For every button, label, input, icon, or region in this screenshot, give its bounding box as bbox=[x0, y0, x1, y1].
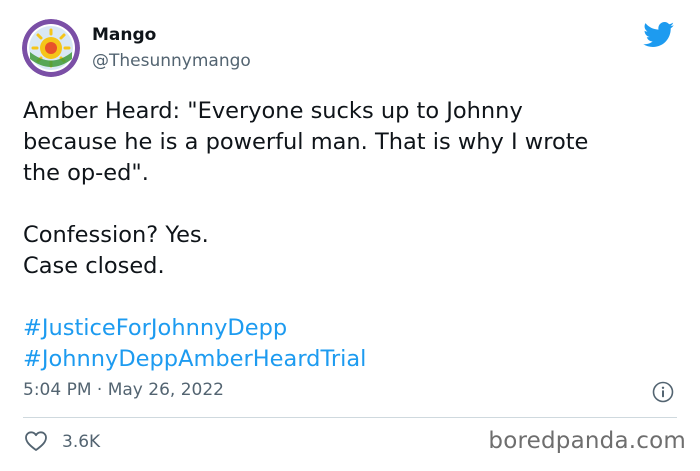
hashtag-link[interactable]: #JohnnyDeppAmberHeardTrial bbox=[23, 344, 683, 375]
tweet-line: because he is a powerful man. That is wh… bbox=[23, 129, 589, 155]
hashtag-link[interactable]: #JusticeForJohnnyDepp bbox=[23, 313, 683, 344]
tweet-card: Mango @Thesunnymango Amber Heard: "Every… bbox=[0, 0, 700, 471]
tweet-line: Case closed. bbox=[23, 253, 165, 279]
like-count: 3.6K bbox=[62, 432, 101, 452]
info-icon[interactable] bbox=[652, 381, 674, 403]
author-name[interactable]: Mango bbox=[92, 25, 156, 45]
divider bbox=[23, 417, 677, 418]
tweet-line: Amber Heard: "Everyone sucks up to Johnn… bbox=[23, 98, 523, 124]
author-handle[interactable]: @Thesunnymango bbox=[92, 51, 251, 71]
avatar[interactable] bbox=[22, 19, 80, 77]
avatar-image bbox=[22, 19, 80, 77]
tweet-timestamp[interactable]: 5:04 PM · May 26, 2022 bbox=[23, 380, 224, 400]
heart-icon[interactable] bbox=[24, 430, 48, 452]
tweet-line: Confession? Yes. bbox=[23, 222, 209, 248]
watermark: boredpanda.com bbox=[488, 428, 686, 454]
tweet-text: Amber Heard: "Everyone sucks up to Johnn… bbox=[23, 96, 683, 375]
tweet-line: the op-ed". bbox=[23, 160, 149, 186]
twitter-bird-icon[interactable] bbox=[643, 22, 675, 48]
